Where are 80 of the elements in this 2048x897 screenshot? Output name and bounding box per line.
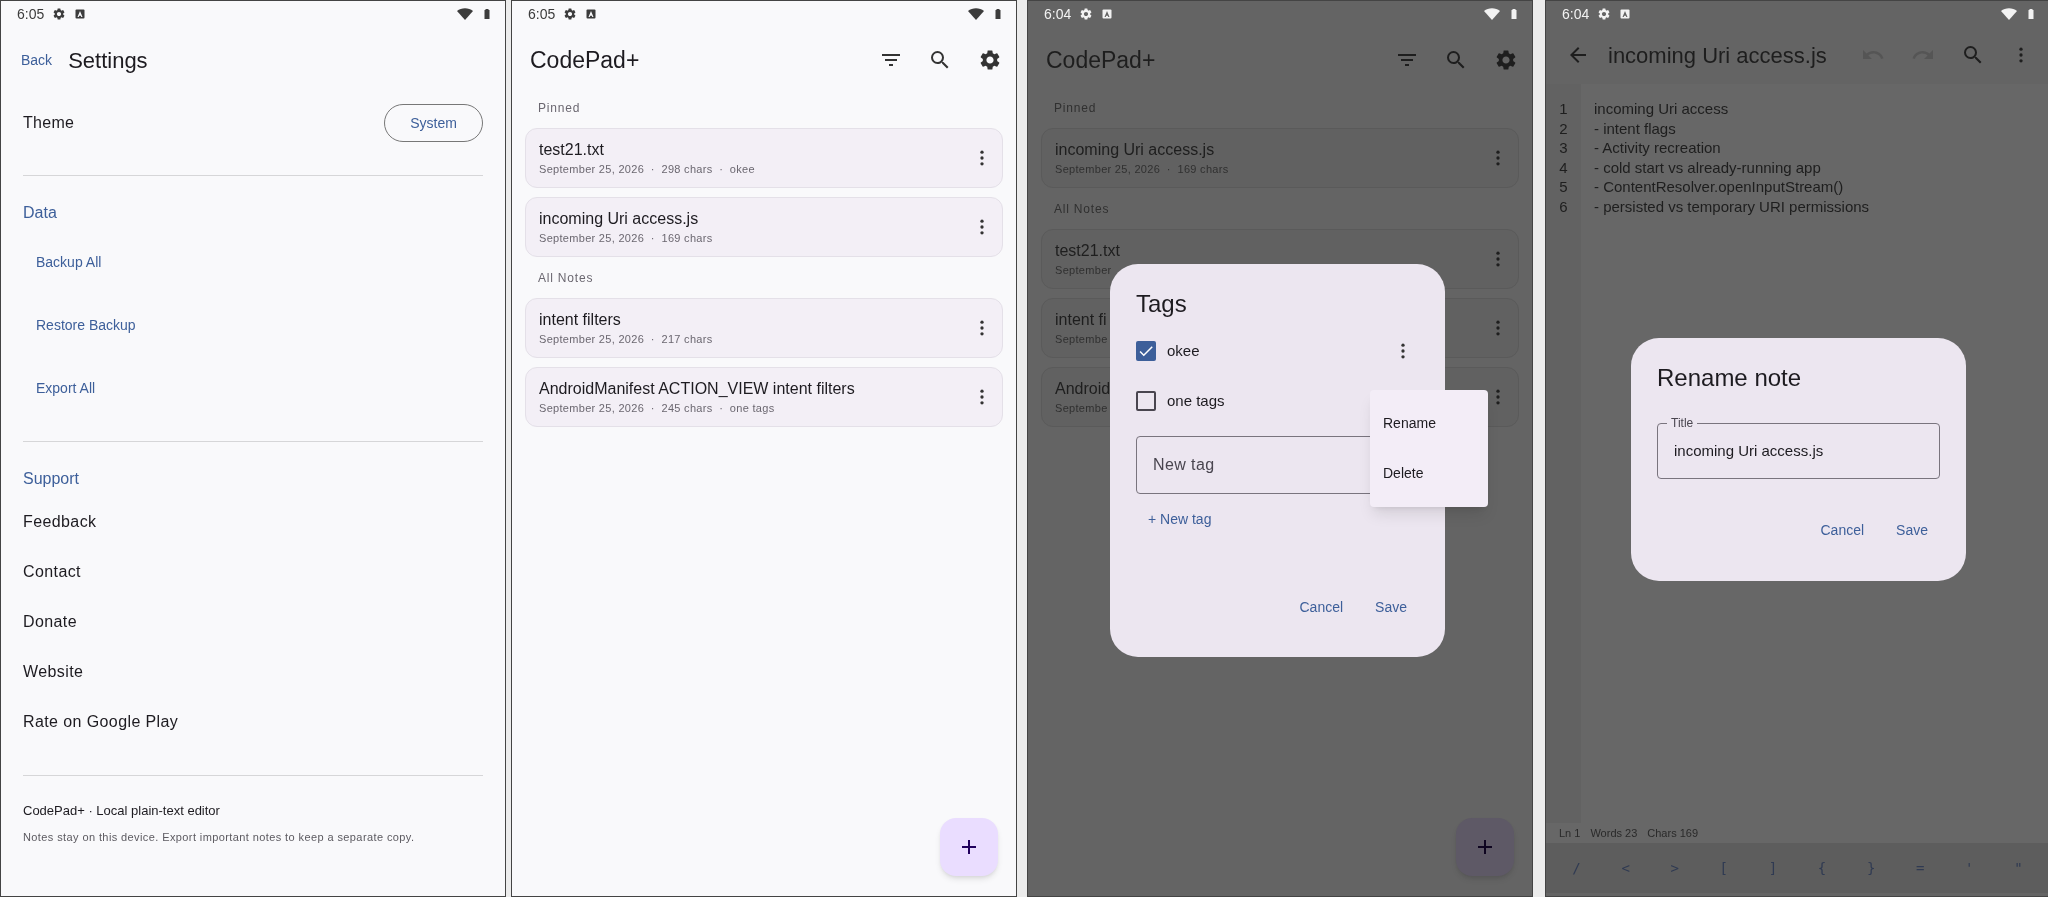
note-title: test21.txt [539,139,604,160]
code-line: - ContentResolver.openInputStream() [1594,177,1845,197]
screen-title: Settings [68,46,148,75]
note-title: incoming Uri access.js [1055,139,1215,160]
dialog-button[interactable]: Save [1884,510,1940,550]
app-title: CodePad+ [530,45,641,75]
field-value: incoming Uri access.js [1674,440,1824,461]
setting-label: Theme [23,113,75,133]
note-meta: September 25, 2026 · 169 chars [539,230,713,246]
settings-icon[interactable] [978,48,1002,72]
dialog-button[interactable]: Cancel [1287,587,1356,627]
settings-item[interactable]: Contact [1,547,505,597]
code-line: - persisted vs temporary URI permissions [1594,196,1870,217]
note-title: incoming Uri access.js [539,208,699,229]
dialog-title: Tags [1136,289,1187,319]
settings-action[interactable]: Export All [1,357,505,420]
line-number: 3 [1558,138,1569,158]
footer-note: Notes stay on this device. Export important notes to keep a separate copy. [22,830,416,845]
line-number: 1 [1558,99,1569,119]
settings-item[interactable]: Rate on Google Play [1,697,505,747]
notification-icon [1101,8,1114,20]
notification-icon [74,8,87,20]
dialog-button[interactable]: Cancel [1808,510,1877,550]
notification-icon [585,8,598,20]
note-meta: September 25, 2026 · 298 chars · okee [539,161,755,177]
settings-item[interactable]: Donate [1,597,505,647]
settings-item[interactable]: Feedback [1,497,505,547]
note-card[interactable]: AndroidManifest ACTION_VIEW intent filters September 25, 2026 · 245 chars · one tags [525,367,1003,427]
note-meta: September 25, 2026 · 245 chars · one tags [539,400,775,416]
note-title: intent fi [1055,309,1107,330]
tag-label: okee [1167,340,1201,361]
back-link[interactable]: Back [21,49,53,71]
footer-title: CodePad+ · Local plain-text editor [22,802,221,821]
note-title: Android [1055,378,1111,399]
line-number: 6 [1558,196,1569,217]
tag-checkbox[interactable] [1136,341,1156,361]
note-meta: September 25, 2026 · 217 chars [539,331,713,347]
note-title: intent filters [539,309,621,330]
notification-icon [1619,8,1632,20]
line-number: 4 [1558,157,1569,178]
gear-icon [52,7,67,21]
group-label: All Notes [537,270,595,287]
settings-item[interactable]: Website [1,647,505,697]
section-title: Data [22,203,58,223]
dialog-button[interactable]: Save [1363,587,1419,627]
gear-icon [563,7,578,21]
tag-label: one tags [1167,390,1226,411]
wifi-icon [1484,6,1500,22]
note-card[interactable]: incoming Uri access.js September 25, 2026 · 169 chars [525,197,1003,257]
settings-action[interactable]: Restore Backup [1,294,505,357]
group-label: Pinned [537,100,582,117]
line-number: 2 [1558,118,1569,139]
status-time: 6:05 [17,4,45,24]
gear-icon [1597,7,1612,21]
app-title: CodePad+ [1046,45,1157,75]
status-time: 6:05 [528,4,556,24]
line-number: 5 [1558,177,1569,197]
wifi-icon [2001,6,2017,22]
editor-stat: Words 23 [1590,825,1638,841]
code-line: - Activity recreation [1594,138,1722,158]
status-time: 6:04 [1044,4,1072,24]
tag-checkbox[interactable] [1136,391,1156,411]
code-line: incoming Uri access [1594,99,1730,119]
note-title: AndroidManifest ACTION_VIEW intent filters [539,378,855,399]
editor-stat: Ln 1 [1559,825,1581,841]
settings-action[interactable]: Backup All [1,231,505,294]
gear-icon [1079,7,1094,21]
code-line: - cold start vs already-running app [1594,157,1822,178]
note-title: test21.txt [1055,240,1120,261]
wifi-icon [968,6,984,22]
editor-stat: Chars 169 [1647,825,1699,841]
note-title: incoming Uri access.js [1608,41,1828,70]
status-time: 6:04 [1562,4,1590,24]
new-tag-button[interactable]: + New tag [1136,504,1224,534]
section-title: Support [22,469,81,489]
wifi-icon [457,6,473,22]
dialog-title: Rename note [1657,363,1802,393]
code-line: - intent flags [1594,118,1677,139]
note-card[interactable]: test21.txt September 25, 2026 · 298 chars · okee [525,128,1003,188]
note-card[interactable]: intent filters September 25, 2026 · 217 chars [525,298,1003,358]
